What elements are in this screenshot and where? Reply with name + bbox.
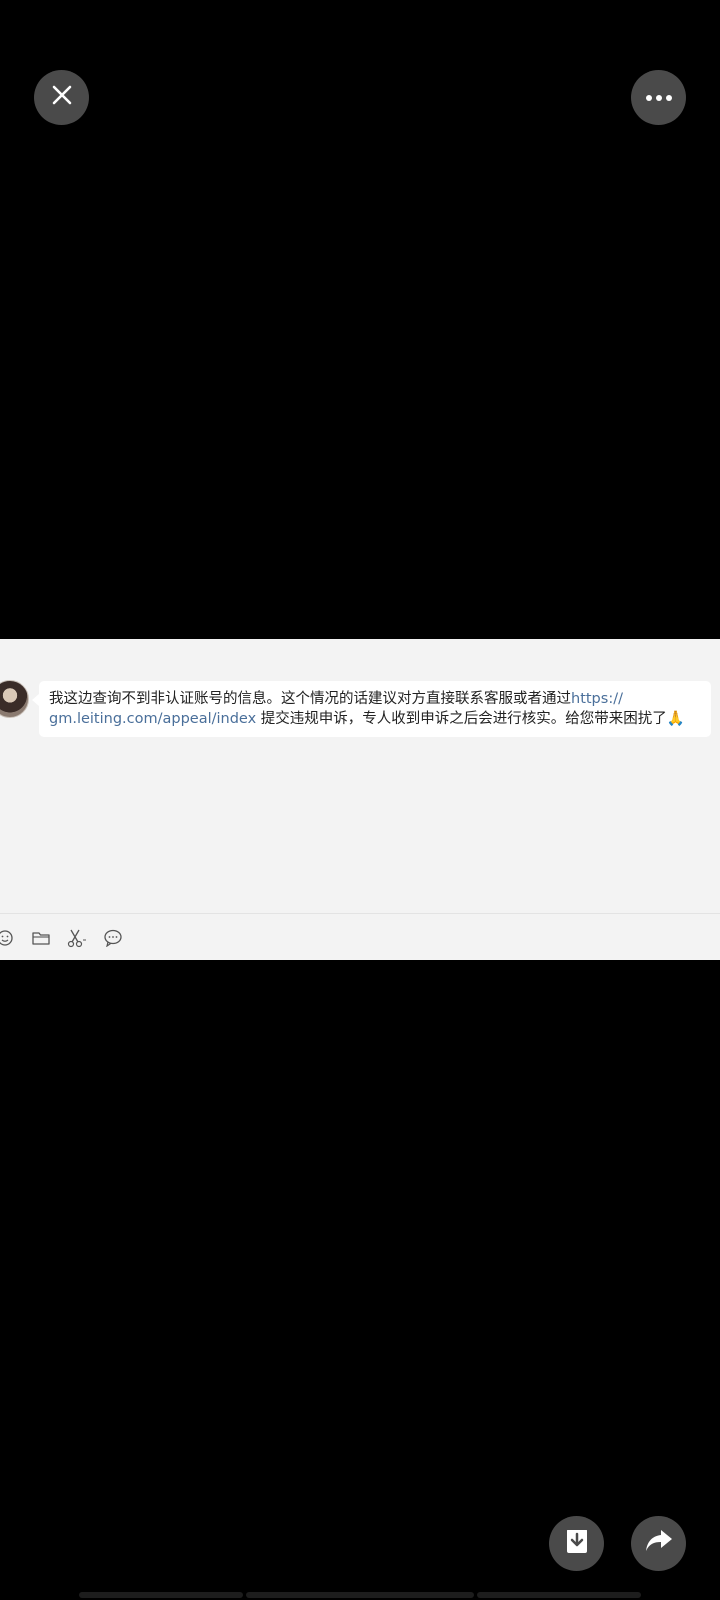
chat-toolbar: [0, 926, 124, 950]
emoji-icon[interactable]: [0, 927, 16, 949]
message-text-part1: 我这边查询不到非认证账号的信息。这个情况的话建议对方直接联系客服或者通过: [49, 691, 571, 707]
share-icon: [644, 1528, 674, 1559]
page-indicator-1: [79, 1592, 243, 1598]
message-text-part2: 提交违规申诉，专人收到申诉之后会进行核实。给您带来困扰了: [256, 711, 667, 727]
folder-icon[interactable]: [30, 927, 52, 949]
toolbar-divider: [0, 913, 720, 914]
message-bubble: 我这边查询不到非认证账号的信息。这个情况的话建议对方直接联系客服或者通过http…: [32, 681, 711, 737]
page-indicator-2: [246, 1592, 474, 1598]
download-icon: [563, 1526, 591, 1561]
close-icon: [50, 83, 74, 112]
avatar: [0, 680, 29, 718]
more-icon: [645, 89, 673, 107]
pray-emoji: 🙏: [666, 711, 685, 727]
download-button[interactable]: [549, 1516, 604, 1571]
share-button[interactable]: [631, 1516, 686, 1571]
scissors-icon[interactable]: [66, 927, 88, 949]
close-button[interactable]: [34, 70, 89, 125]
more-options-button[interactable]: [631, 70, 686, 125]
comment-icon[interactable]: [102, 927, 124, 949]
page-indicator-3: [477, 1592, 641, 1598]
image-viewer: 我这边查询不到非认证账号的信息。这个情况的话建议对方直接联系客服或者通过http…: [0, 0, 720, 1600]
screenshot-image: 我这边查询不到非认证账号的信息。这个情况的话建议对方直接联系客服或者通过http…: [0, 639, 720, 960]
